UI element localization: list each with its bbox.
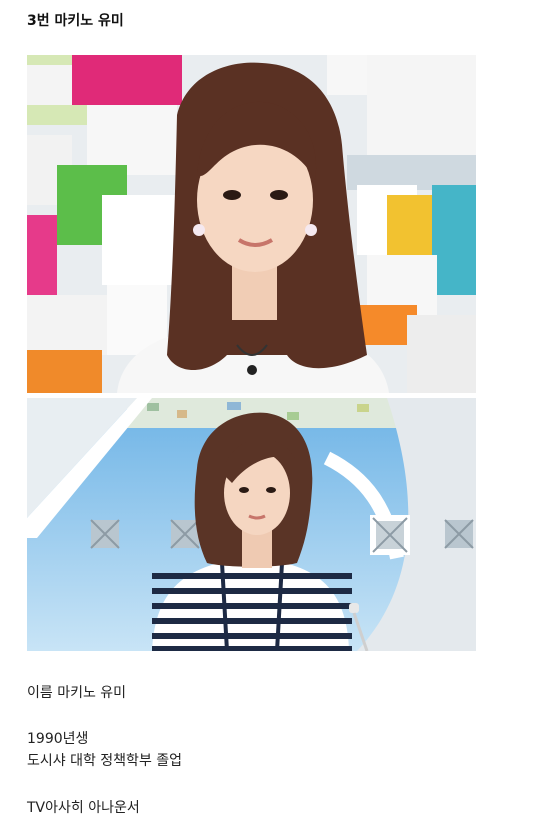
profile-job-line: TV아사히 아나운서 [27,800,140,816]
post-title: 3번 마키노 유미 [27,13,124,29]
profile-name-line: 이름 마키노 유미 [27,685,127,701]
announcer-photo-1 [27,55,476,393]
profile-birth-line: 1990년생 [27,731,89,747]
profile-education-line: 도시샤 대학 정책학부 졸업 [27,753,183,769]
announcer-photo-2 [27,398,476,651]
